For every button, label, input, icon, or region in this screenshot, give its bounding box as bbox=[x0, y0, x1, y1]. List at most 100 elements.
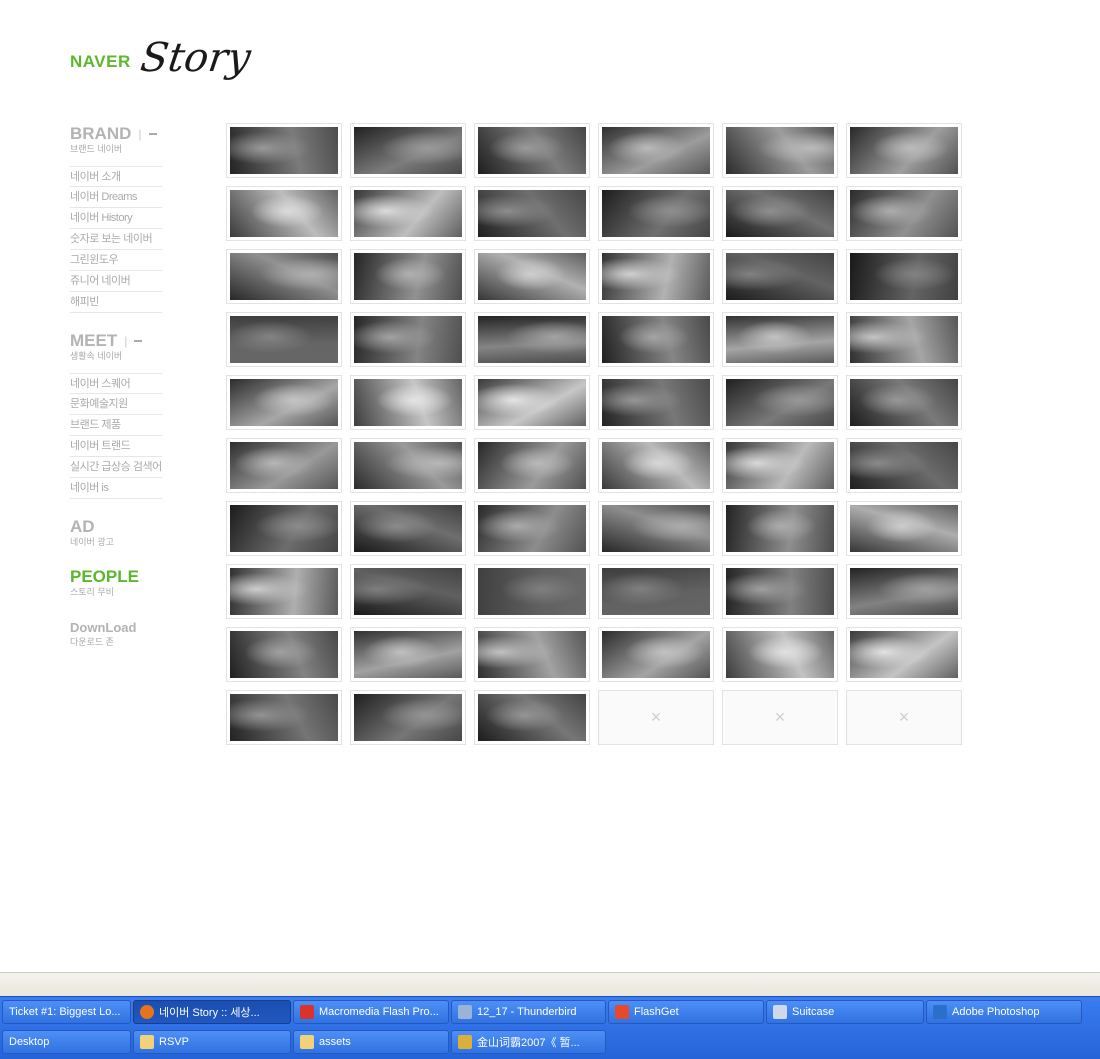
photo-thumbnail[interactable] bbox=[474, 501, 590, 556]
taskbar-button[interactable]: 12_17 - Thunderbird bbox=[451, 1000, 606, 1024]
photo-thumbnail[interactable] bbox=[846, 627, 962, 682]
photo-thumbnail[interactable] bbox=[846, 375, 962, 430]
photo-thumbnail[interactable] bbox=[474, 249, 590, 304]
taskbar-button[interactable]: Adobe Photoshop bbox=[926, 1000, 1082, 1024]
photo-thumbnail[interactable] bbox=[846, 501, 962, 556]
photo-thumbnail[interactable] bbox=[846, 249, 962, 304]
photo-thumbnail[interactable] bbox=[722, 627, 838, 682]
photo-thumbnail[interactable] bbox=[226, 375, 342, 430]
photo-thumbnail[interactable] bbox=[226, 501, 342, 556]
photo-thumbnail[interactable] bbox=[474, 690, 590, 745]
photo-image bbox=[602, 568, 710, 615]
folder-icon bbox=[300, 1035, 314, 1049]
photo-thumbnail[interactable] bbox=[846, 564, 962, 619]
photo-thumbnail[interactable] bbox=[846, 186, 962, 241]
photo-thumbnail[interactable] bbox=[598, 186, 714, 241]
photo-image bbox=[726, 505, 834, 552]
photo-thumbnail[interactable] bbox=[226, 438, 342, 493]
photo-thumbnail[interactable] bbox=[350, 249, 466, 304]
photo-thumbnail[interactable] bbox=[474, 375, 590, 430]
photo-image bbox=[230, 442, 338, 489]
sidebar-section-header[interactable]: DownLoad bbox=[70, 617, 170, 637]
sidebar-menu-item[interactable]: 실시간 급상승 검색어 bbox=[70, 457, 162, 478]
sidebar-section-header[interactable]: AD bbox=[70, 517, 170, 537]
sidebar-section-header[interactable]: PEOPLE bbox=[70, 567, 170, 587]
photo-thumbnail[interactable] bbox=[598, 249, 714, 304]
taskbar-button[interactable]: Desktop bbox=[2, 1030, 131, 1054]
sidebar-menu-item[interactable]: 네이버 Dreams bbox=[70, 187, 162, 208]
sidebar-section-header[interactable]: BRAND | bbox=[70, 124, 170, 144]
photo-thumbnail[interactable] bbox=[226, 627, 342, 682]
photo-thumbnail[interactable] bbox=[474, 627, 590, 682]
photo-thumbnail[interactable] bbox=[350, 690, 466, 745]
photo-thumbnail[interactable] bbox=[722, 312, 838, 367]
photo-thumbnail[interactable] bbox=[350, 627, 466, 682]
photo-thumbnail[interactable] bbox=[846, 123, 962, 178]
photo-thumbnail[interactable] bbox=[598, 627, 714, 682]
photo-image bbox=[850, 379, 958, 426]
photo-image bbox=[478, 253, 586, 300]
photo-thumbnail[interactable] bbox=[474, 564, 590, 619]
photo-thumbnail[interactable] bbox=[350, 438, 466, 493]
photo-thumbnail[interactable] bbox=[350, 186, 466, 241]
collapse-icon[interactable] bbox=[148, 133, 157, 135]
photo-thumbnail[interactable] bbox=[598, 375, 714, 430]
sidebar-menu-item[interactable]: 숫자로 보는 네이버 bbox=[70, 229, 162, 250]
photo-thumbnail[interactable] bbox=[722, 249, 838, 304]
sidebar-menu-item[interactable]: 네이버 is bbox=[70, 478, 162, 499]
photo-thumbnail[interactable] bbox=[722, 375, 838, 430]
photo-thumbnail[interactable] bbox=[350, 312, 466, 367]
photo-thumbnail[interactable] bbox=[722, 438, 838, 493]
taskbar-button[interactable]: Suitcase bbox=[766, 1000, 924, 1024]
photo-image bbox=[602, 505, 710, 552]
photo-thumbnail[interactable] bbox=[350, 375, 466, 430]
naver-story-logo[interactable]: NAVER Story bbox=[70, 35, 253, 86]
photo-thumbnail[interactable] bbox=[350, 501, 466, 556]
sidebar-menu-item[interactable]: 그린윈도우 bbox=[70, 250, 162, 271]
photo-thumbnail[interactable] bbox=[226, 690, 342, 745]
photo-thumbnail[interactable] bbox=[846, 312, 962, 367]
photo-thumbnail[interactable] bbox=[722, 186, 838, 241]
photo-thumbnail[interactable] bbox=[474, 186, 590, 241]
sidebar-menu-item[interactable]: 쥬니어 네이버 bbox=[70, 271, 162, 292]
taskbar-button[interactable]: RSVP bbox=[133, 1030, 291, 1054]
sidebar-menu-item[interactable]: 네이버 소개 bbox=[70, 166, 162, 187]
photo-thumbnail[interactable] bbox=[598, 501, 714, 556]
photo-thumbnail[interactable] bbox=[474, 312, 590, 367]
sidebar-menu-item[interactable]: 네이버 스퀘어 bbox=[70, 373, 162, 394]
photo-thumbnail[interactable] bbox=[226, 123, 342, 178]
photo-thumbnail[interactable] bbox=[474, 438, 590, 493]
taskbar-button[interactable]: 金山词霸2007《 暂... bbox=[451, 1030, 606, 1054]
photo-thumbnail[interactable] bbox=[722, 123, 838, 178]
photo-thumbnail[interactable] bbox=[598, 312, 714, 367]
taskbar-button[interactable]: FlashGet bbox=[608, 1000, 764, 1024]
photo-thumbnail[interactable] bbox=[350, 564, 466, 619]
photo-thumbnail[interactable] bbox=[226, 564, 342, 619]
photo-image bbox=[230, 190, 338, 237]
photo-thumbnail[interactable] bbox=[722, 564, 838, 619]
taskbar-button[interactable]: Macromedia Flash Pro... bbox=[293, 1000, 449, 1024]
sidebar-menu-item[interactable]: 해피빈 bbox=[70, 292, 162, 313]
photo-thumbnail[interactable] bbox=[474, 123, 590, 178]
taskbar-button[interactable]: 네이버 Story :: 세상... bbox=[133, 1000, 291, 1024]
sidebar-menu-item[interactable]: 네이버 트랜드 bbox=[70, 436, 162, 457]
photo-thumbnail[interactable] bbox=[722, 501, 838, 556]
photo-thumbnail[interactable] bbox=[846, 438, 962, 493]
collapse-icon[interactable] bbox=[134, 340, 143, 342]
photo-thumbnail[interactable] bbox=[598, 123, 714, 178]
sidebar-menu-item[interactable]: 브랜드 제품 bbox=[70, 415, 162, 436]
photo-thumbnail[interactable] bbox=[598, 438, 714, 493]
sidebar-menu-item[interactable]: 네이버 History bbox=[70, 208, 162, 229]
window-status-separator bbox=[0, 972, 1100, 996]
photo-thumbnail[interactable] bbox=[226, 186, 342, 241]
sidebar-menu-item[interactable]: 문화예술지원 bbox=[70, 394, 162, 415]
windows-taskbar: Ticket #1: Biggest Lo... 네이버 Story :: 세상.… bbox=[0, 996, 1100, 1059]
taskbar-button[interactable]: Ticket #1: Biggest Lo... bbox=[2, 1000, 131, 1024]
firefox-icon bbox=[140, 1005, 154, 1019]
photo-thumbnail[interactable] bbox=[350, 123, 466, 178]
photo-thumbnail[interactable] bbox=[598, 564, 714, 619]
photo-thumbnail[interactable] bbox=[226, 249, 342, 304]
sidebar-section-header[interactable]: MEET | bbox=[70, 331, 170, 351]
taskbar-button[interactable]: assets bbox=[293, 1030, 449, 1054]
photo-thumbnail[interactable] bbox=[226, 312, 342, 367]
